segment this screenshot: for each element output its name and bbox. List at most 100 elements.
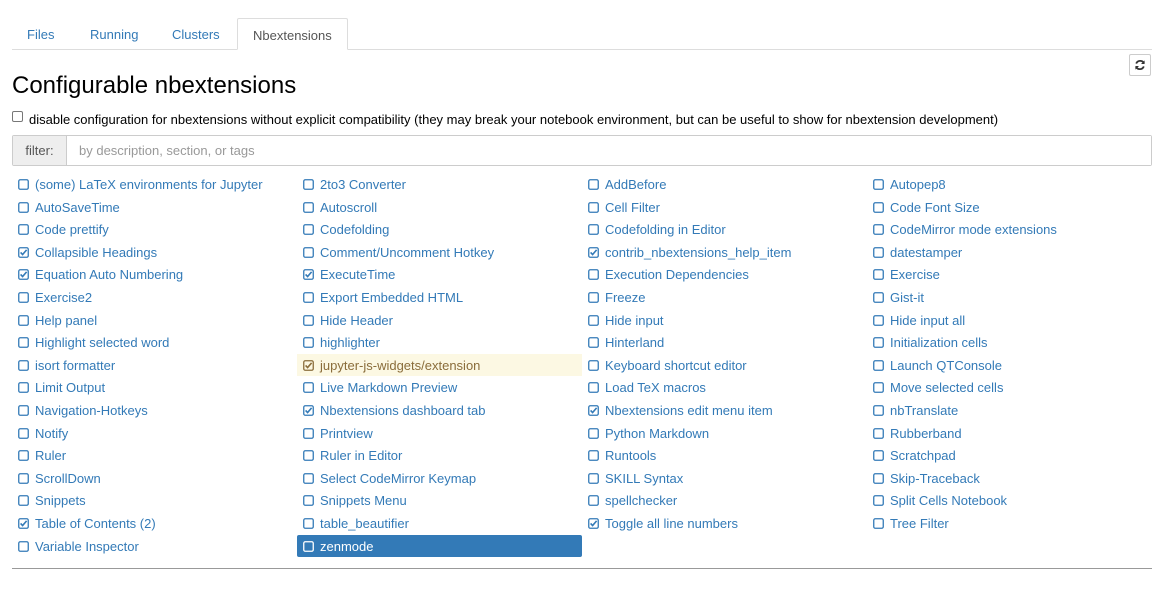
unchecked-box-icon[interactable] [588, 268, 599, 280]
unchecked-box-icon[interactable] [873, 246, 884, 258]
unchecked-box-icon[interactable] [303, 472, 314, 484]
nbextension-item[interactable]: Rubberband [867, 422, 1152, 444]
checked-box-icon[interactable] [303, 359, 314, 371]
nbextension-item[interactable]: (some) LaTeX environments for Jupyter [12, 173, 297, 195]
nbextension-item[interactable]: Launch QTConsole [867, 354, 1152, 376]
nbextension-item[interactable]: Comment/Uncomment Hotkey [297, 241, 582, 263]
nbextension-item[interactable]: zenmode [297, 535, 582, 557]
nbextension-item[interactable]: Hide input [582, 309, 867, 331]
nbextension-item[interactable]: Navigation-Hotkeys [12, 399, 297, 421]
nbextension-item[interactable]: Snippets Menu [297, 489, 582, 511]
unchecked-box-icon[interactable] [588, 494, 599, 506]
unchecked-box-icon[interactable] [303, 449, 314, 461]
nbextension-item[interactable]: Notify [12, 422, 297, 444]
nbextension-item[interactable]: Tree Filter [867, 512, 1152, 534]
nbextension-item[interactable]: Freeze [582, 286, 867, 308]
nbextension-item[interactable]: Codefolding [297, 218, 582, 240]
nbextension-item[interactable]: Hide Header [297, 309, 582, 331]
nbextension-item[interactable]: Execution Dependencies [582, 263, 867, 285]
checked-box-icon[interactable] [303, 404, 314, 416]
unchecked-box-icon[interactable] [18, 404, 29, 416]
nbextension-item[interactable]: highlighter [297, 331, 582, 353]
unchecked-box-icon[interactable] [588, 336, 599, 348]
nbextension-item[interactable]: Hide input all [867, 309, 1152, 331]
unchecked-box-icon[interactable] [18, 381, 29, 393]
nbextension-item[interactable]: Limit Output [12, 376, 297, 398]
unchecked-box-icon[interactable] [303, 223, 314, 235]
unchecked-box-icon[interactable] [18, 494, 29, 506]
unchecked-box-icon[interactable] [588, 178, 599, 190]
unchecked-box-icon[interactable] [588, 427, 599, 439]
nbextension-item[interactable]: AutoSaveTime [12, 196, 297, 218]
unchecked-box-icon[interactable] [303, 336, 314, 348]
checked-box-icon[interactable] [588, 517, 599, 529]
nbextension-item[interactable]: Autopep8 [867, 173, 1152, 195]
checked-box-icon[interactable] [588, 246, 599, 258]
nbextension-item[interactable]: 2to3 Converter [297, 173, 582, 195]
tab-running[interactable]: Running [75, 18, 153, 49]
unchecked-box-icon[interactable] [18, 540, 29, 552]
unchecked-box-icon[interactable] [873, 201, 884, 213]
unchecked-box-icon[interactable] [588, 223, 599, 235]
nbextension-item[interactable]: Split Cells Notebook [867, 489, 1152, 511]
nbextension-item[interactable]: Runtools [582, 444, 867, 466]
nbextension-item[interactable]: Equation Auto Numbering [12, 263, 297, 285]
nbextension-item[interactable]: Collapsible Headings [12, 241, 297, 263]
unchecked-box-icon[interactable] [588, 381, 599, 393]
nbextension-item[interactable]: jupyter-js-widgets/extension [297, 354, 582, 376]
nbextension-item[interactable]: Python Markdown [582, 422, 867, 444]
nbextension-item[interactable]: Variable Inspector [12, 535, 297, 557]
unchecked-box-icon[interactable] [303, 381, 314, 393]
unchecked-box-icon[interactable] [873, 472, 884, 484]
nbextension-item[interactable]: Ruler [12, 444, 297, 466]
nbextension-item[interactable]: contrib_nbextensions_help_item [582, 241, 867, 263]
nbextension-item[interactable]: Help panel [12, 309, 297, 331]
nbextension-item[interactable]: Autoscroll [297, 196, 582, 218]
unchecked-box-icon[interactable] [303, 291, 314, 303]
nbextension-item[interactable]: Printview [297, 422, 582, 444]
nbextension-item[interactable]: Skip-Traceback [867, 467, 1152, 489]
nbextension-item[interactable]: isort formatter [12, 354, 297, 376]
nbextension-item[interactable]: Move selected cells [867, 376, 1152, 398]
unchecked-box-icon[interactable] [588, 201, 599, 213]
filter-input[interactable] [67, 136, 1151, 165]
unchecked-box-icon[interactable] [873, 223, 884, 235]
unchecked-box-icon[interactable] [588, 359, 599, 371]
tab-nbextensions[interactable]: Nbextensions [237, 18, 348, 50]
unchecked-box-icon[interactable] [873, 178, 884, 190]
unchecked-box-icon[interactable] [873, 427, 884, 439]
nbextension-item[interactable]: Gist-it [867, 286, 1152, 308]
unchecked-box-icon[interactable] [303, 246, 314, 258]
unchecked-box-icon[interactable] [588, 314, 599, 326]
unchecked-box-icon[interactable] [303, 494, 314, 506]
nbextension-item[interactable]: table_beautifier [297, 512, 582, 534]
unchecked-box-icon[interactable] [303, 517, 314, 529]
nbextension-item[interactable]: Cell Filter [582, 196, 867, 218]
unchecked-box-icon[interactable] [873, 314, 884, 326]
unchecked-box-icon[interactable] [873, 336, 884, 348]
unchecked-box-icon[interactable] [588, 449, 599, 461]
checked-box-icon[interactable] [303, 268, 314, 280]
unchecked-box-icon[interactable] [18, 178, 29, 190]
unchecked-box-icon[interactable] [588, 472, 599, 484]
nbextension-item[interactable]: Keyboard shortcut editor [582, 354, 867, 376]
unchecked-box-icon[interactable] [873, 494, 884, 506]
unchecked-box-icon[interactable] [18, 291, 29, 303]
nbextension-item[interactable]: CodeMirror mode extensions [867, 218, 1152, 240]
unchecked-box-icon[interactable] [18, 314, 29, 326]
nbextension-item[interactable]: Ruler in Editor [297, 444, 582, 466]
unchecked-box-icon[interactable] [18, 201, 29, 213]
nbextension-item[interactable]: datestamper [867, 241, 1152, 263]
nbextension-item[interactable]: AddBefore [582, 173, 867, 195]
unchecked-box-icon[interactable] [873, 291, 884, 303]
nbextension-item[interactable]: spellchecker [582, 489, 867, 511]
checked-box-icon[interactable] [18, 268, 29, 280]
checked-box-icon[interactable] [18, 517, 29, 529]
nbextension-item[interactable]: Code prettify [12, 218, 297, 240]
refresh-button[interactable] [1129, 54, 1151, 76]
unchecked-box-icon[interactable] [18, 336, 29, 348]
unchecked-box-icon[interactable] [18, 223, 29, 235]
nbextension-item[interactable]: Scratchpad [867, 444, 1152, 466]
checked-box-icon[interactable] [18, 246, 29, 258]
nbextension-item[interactable]: Load TeX macros [582, 376, 867, 398]
